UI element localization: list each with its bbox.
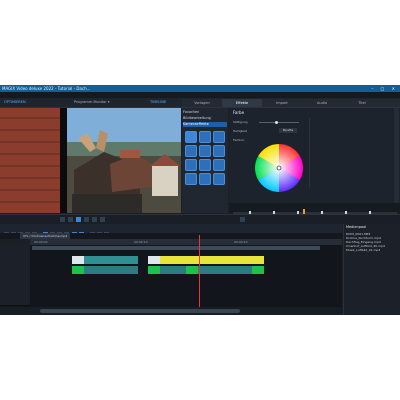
vignette-effect-icon[interactable]	[199, 173, 211, 185]
timeline-tracks[interactable]	[0, 245, 342, 307]
tab-titles[interactable]: Titel	[342, 99, 382, 107]
tab-templates[interactable]: Vorlagen	[182, 99, 222, 107]
transport-controls	[0, 214, 400, 224]
video-clip-1-thumb	[72, 256, 84, 264]
monitor-selector[interactable]: Programm-Monitor ▾	[74, 98, 110, 107]
prev-frame-icon[interactable]	[68, 217, 73, 222]
media-pool: Medienpool DCIM_0001.MP4 Drohne_Kirchtur…	[343, 224, 400, 315]
audio-clip-2-marker-c	[252, 266, 264, 274]
video-clip-2-selected[interactable]	[148, 256, 264, 264]
lens-effect-icon[interactable]	[213, 145, 225, 157]
properties-title: Farbe	[233, 110, 245, 115]
tab-import[interactable]: Import	[262, 99, 302, 107]
color-wheel[interactable]	[253, 142, 305, 194]
audio-clip-2-marker-a	[148, 266, 160, 274]
zoom-icon[interactable]	[240, 217, 245, 222]
audio-clip-2[interactable]	[148, 266, 264, 274]
tab-audio[interactable]: Audio	[302, 99, 342, 107]
tab-effects[interactable]: Effekte	[222, 99, 262, 107]
timeline-scroll-thumb[interactable]	[40, 309, 240, 313]
playhead[interactable]	[199, 235, 200, 307]
effect-categories: Favoriten Bildbearbeitung Kameraeffekte	[182, 108, 228, 213]
video-editor-window: MAGIX Video deluxe 2022 - Tutorial - Dac…	[0, 85, 400, 315]
effects-tabbar: Vorlagen Effekte Import Audio Titel	[182, 99, 400, 107]
blur-effect-icon[interactable]	[185, 173, 197, 185]
timeline-toolbar	[0, 224, 342, 237]
video-preview[interactable]	[0, 108, 181, 213]
saturation-knob[interactable]	[275, 120, 278, 124]
effect-properties: Farbe Sättigung Helligkeit Pipette Farbt…	[229, 108, 400, 213]
media-pool-title: Medienpool	[346, 225, 367, 229]
record-icon[interactable]	[100, 217, 105, 222]
properties-scrollbar[interactable]	[394, 108, 399, 203]
sharpness-effect-icon[interactable]	[185, 145, 197, 157]
audio-clip-2-marker-b	[186, 266, 198, 274]
window-controls[interactable]: – □ ✕	[371, 85, 398, 92]
track-header-6[interactable]	[0, 295, 30, 306]
audio-clip-1-marker	[72, 266, 84, 274]
media-item-5[interactable]: Musik_Luftbild_01.mp3	[346, 248, 380, 252]
window-title: MAGIX Video deluxe 2022 - Tutorial - Dac…	[2, 86, 91, 91]
category-image-editing[interactable]: Bildbearbeitung	[183, 116, 211, 121]
crop-effect-icon[interactable]	[185, 159, 197, 171]
keyframe-timeline[interactable]	[229, 203, 400, 217]
drone-footage-frame	[0, 108, 181, 213]
video-clip-2-thumb	[148, 256, 160, 264]
title-track-clip[interactable]	[32, 246, 320, 250]
speed-effect-icon[interactable]	[213, 159, 225, 171]
properties-divider	[309, 118, 310, 188]
contrast-effect-icon[interactable]	[213, 131, 225, 143]
category-favorites[interactable]: Favoriten	[183, 110, 199, 115]
saturation-slider[interactable]	[259, 122, 299, 123]
timeline-scrollbar[interactable]	[0, 307, 342, 315]
title-bar: MAGIX Video deluxe 2022 - Tutorial - Dac…	[0, 85, 400, 92]
brightness-label: Helligkeit	[233, 129, 247, 133]
saturation-label: Sättigung	[233, 120, 248, 124]
skip-start-icon[interactable]	[60, 217, 65, 222]
pipette-button[interactable]: Pipette	[279, 128, 297, 133]
category-camera-effects[interactable]: Kameraeffekte	[183, 122, 227, 127]
next-frame-icon[interactable]	[84, 217, 89, 222]
brightness-effect-icon[interactable]	[199, 131, 211, 143]
skip-end-icon[interactable]	[92, 217, 97, 222]
grain-effect-icon[interactable]	[213, 173, 225, 185]
color-effect-icon[interactable]	[185, 131, 197, 143]
optimize-button[interactable]: OPTIMIEREN	[4, 98, 26, 107]
play-icon[interactable]	[76, 217, 81, 222]
stabilize-effect-icon[interactable]	[199, 145, 211, 157]
motion-effect-icon[interactable]	[199, 159, 211, 171]
timeline-mode-button[interactable]: TIMELINE	[150, 98, 166, 107]
hue-label: Farbton	[233, 138, 245, 142]
